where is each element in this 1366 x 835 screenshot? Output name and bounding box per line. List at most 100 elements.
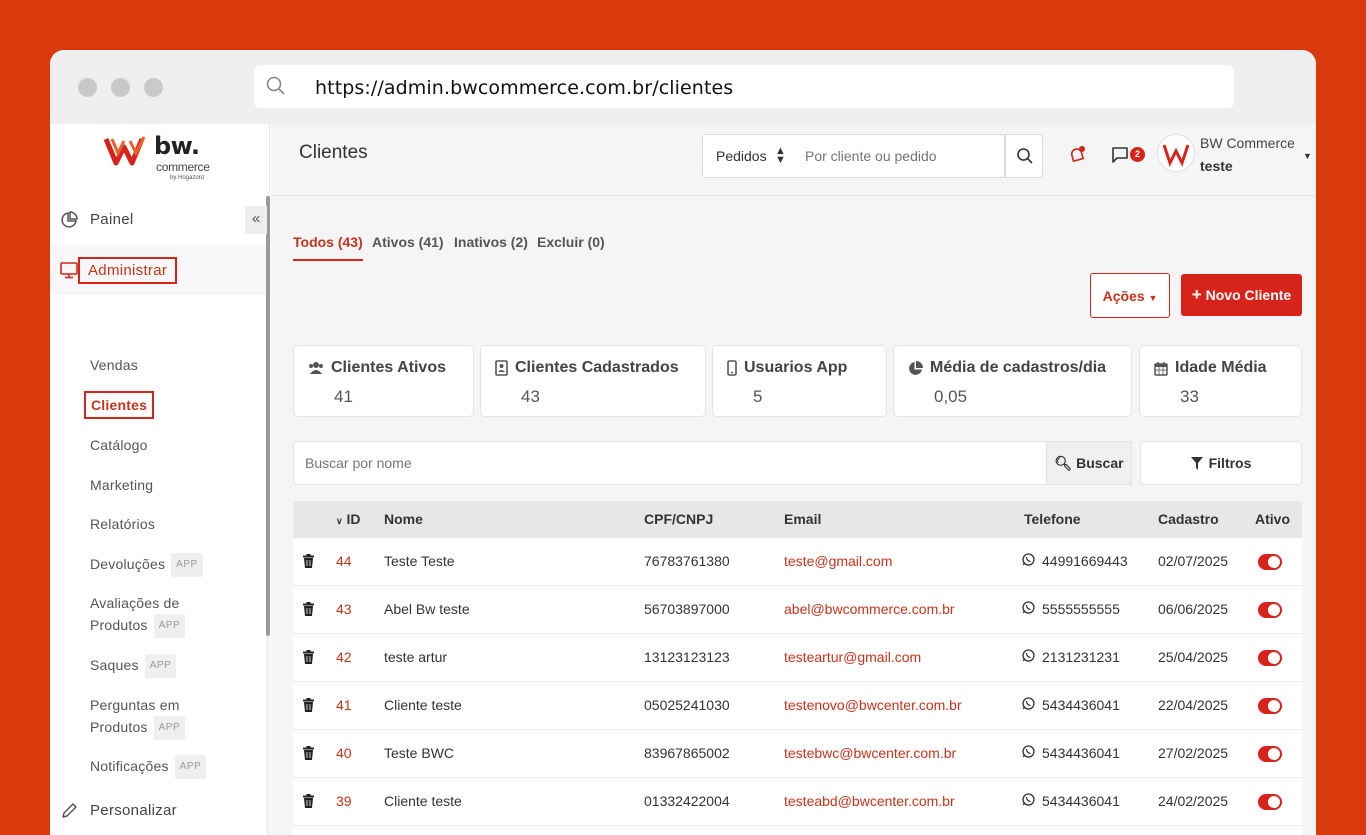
client-email[interactable]: teste@gmail.com	[784, 553, 892, 569]
actions-dropdown-button[interactable]: Ações ▼	[1090, 273, 1170, 318]
chat-icon[interactable]	[1111, 146, 1129, 164]
pencil-icon	[62, 803, 77, 818]
collapse-sidebar-button[interactable]: «	[245, 206, 267, 234]
sidebar-item-administrar[interactable]: Administrar	[50, 245, 266, 295]
client-phone[interactable]: 5434436041	[1042, 745, 1120, 761]
client-document: 76783761380	[644, 553, 730, 569]
address-bar[interactable]: https://admin.bwcommerce.com.br/clientes	[254, 65, 1234, 108]
sidebar-sub-clientes[interactable]: Clientes	[84, 391, 155, 419]
tab-excluir[interactable]: Excluir (0)	[537, 234, 605, 250]
logo-mark-icon	[104, 136, 146, 166]
active-toggle[interactable]	[1258, 554, 1282, 570]
sidebar-sub-devolucoes[interactable]: Devoluções APP	[90, 553, 203, 578]
whatsapp-icon[interactable]	[1022, 697, 1035, 710]
client-name: Teste BWC	[384, 745, 455, 761]
client-phone[interactable]: 5434436041	[1042, 697, 1120, 713]
column-header-telefone[interactable]: Telefone	[1024, 511, 1081, 527]
sidebar-sub-vendas[interactable]: Vendas	[90, 354, 138, 376]
active-toggle[interactable]	[1258, 698, 1282, 714]
column-header-cpf[interactable]: CPF/CNPJ	[644, 511, 713, 527]
table-row[interactable]: 42 teste artur 13123123123 testeartur@gm…	[293, 634, 1302, 682]
sidebar-item-label: Vendas	[90, 357, 138, 373]
trash-icon[interactable]	[303, 746, 314, 760]
table-row[interactable]: 43 Abel Bw teste 56703897000 abel@bwcomm…	[293, 586, 1302, 634]
client-id[interactable]: 39	[336, 793, 352, 809]
trash-icon[interactable]	[303, 794, 314, 808]
whatsapp-icon[interactable]	[1022, 553, 1035, 566]
sidebar-sub-saques[interactable]: Saques APP	[90, 654, 177, 679]
sidebar-sub-perguntas[interactable]: Perguntas em Produtos APP	[90, 694, 186, 741]
trash-icon[interactable]	[303, 602, 314, 616]
caret-down-icon[interactable]: ▼	[1303, 151, 1312, 161]
client-email[interactable]: testeartur@gmail.com	[784, 649, 921, 665]
stat-value: 33	[1180, 387, 1199, 406]
sidebar-item-personalizar[interactable]: Personalizar	[50, 794, 266, 830]
column-header-nome[interactable]: Nome	[384, 511, 423, 527]
client-document: 13123123123	[644, 649, 730, 665]
trash-icon[interactable]	[303, 650, 314, 664]
active-toggle[interactable]	[1258, 746, 1282, 762]
search-button[interactable]: 🔍︎ Buscar	[1046, 441, 1132, 485]
client-id[interactable]: 44	[336, 553, 352, 569]
sidebar-item-label: Administrar	[78, 257, 178, 284]
sidebar-sub-marketing[interactable]: Marketing	[90, 474, 153, 496]
window-dot	[111, 78, 130, 97]
notification-bell-icon[interactable]	[1067, 145, 1087, 165]
client-email[interactable]: abel@bwcommerce.com.br	[784, 601, 955, 617]
column-header-id[interactable]: ∨ ID	[336, 511, 360, 527]
search-type-select[interactable]: Pedidos ▲ ▼	[702, 134, 796, 178]
order-search-input[interactable]	[795, 134, 1005, 178]
new-client-button[interactable]: + Novo Cliente	[1181, 274, 1302, 316]
tab-ativos[interactable]: Ativos (41)	[372, 234, 444, 250]
stat-label: Média de cadastros/dia	[930, 359, 1107, 376]
logo: bw. commerce by Hogazord	[104, 130, 224, 184]
client-email[interactable]: testenovo@bwcenter.com.br	[784, 697, 962, 713]
tab-todos[interactable]: Todos (43)	[293, 234, 363, 261]
client-phone[interactable]: 5555555555	[1042, 601, 1120, 617]
sidebar-item-painel[interactable]: Painel	[50, 199, 266, 239]
button-label: Buscar	[1076, 454, 1124, 471]
filters-button[interactable]: Filtros	[1140, 441, 1302, 485]
client-id[interactable]: 41	[336, 697, 352, 713]
sidebar-sub-avaliacoes[interactable]: Avaliações de Produtos APP	[90, 592, 186, 639]
column-header-cadastro[interactable]: Cadastro	[1158, 511, 1219, 527]
table-row[interactable]: 38 Cliente teste 20856091049 testeabc@bw…	[293, 826, 1302, 835]
scrollbar-thumb[interactable]	[266, 196, 270, 636]
table-row[interactable]: 44 Teste Teste 76783761380 teste@gmail.c…	[293, 538, 1302, 586]
whatsapp-icon[interactable]	[1022, 745, 1035, 758]
column-header-email[interactable]: Email	[784, 511, 821, 527]
client-email[interactable]: testebwc@bwcenter.com.br	[784, 745, 956, 761]
tab-inativos[interactable]: Inativos (2)	[454, 234, 528, 250]
client-phone[interactable]: 5434436041	[1042, 793, 1120, 809]
trash-icon[interactable]	[303, 554, 314, 568]
client-id[interactable]: 40	[336, 745, 352, 761]
client-id[interactable]: 42	[336, 649, 352, 665]
stat-card-average-age: Idade Média 33	[1139, 345, 1302, 417]
whatsapp-icon[interactable]	[1022, 649, 1035, 662]
whatsapp-icon[interactable]	[1022, 793, 1035, 806]
client-phone[interactable]: 44991669443	[1042, 553, 1128, 569]
sidebar-sub-catalogo[interactable]: Catálogo	[90, 434, 148, 456]
client-email[interactable]: testeabd@bwcenter.com.br	[784, 793, 955, 809]
client-id[interactable]: 43	[336, 601, 352, 617]
user-store[interactable]: teste	[1200, 158, 1233, 174]
table-row[interactable]: 41 Cliente teste 05025241030 testenovo@b…	[293, 682, 1302, 730]
active-toggle[interactable]	[1258, 794, 1282, 810]
user-name[interactable]: BW Commerce	[1200, 135, 1295, 151]
sidebar-sub-notificacoes[interactable]: Notificações APP	[90, 755, 207, 780]
avatar[interactable]	[1157, 134, 1195, 172]
logo-byline: by Hogazord	[170, 175, 205, 181]
name-search-input[interactable]	[293, 441, 1132, 485]
whatsapp-icon[interactable]	[1022, 601, 1035, 614]
table-row[interactable]: 39 Cliente teste 01332422004 testeabd@bw…	[293, 778, 1302, 826]
active-toggle[interactable]	[1258, 650, 1282, 666]
table-row[interactable]: 40 Teste BWC 83967865002 testebwc@bwcent…	[293, 730, 1302, 778]
column-header-ativo[interactable]: Ativo	[1255, 511, 1290, 527]
order-search-button[interactable]	[1005, 134, 1043, 178]
search-type-value: Pedidos	[716, 148, 767, 164]
sidebar-sub-relatorios[interactable]: Relatórios	[90, 513, 155, 535]
trash-icon[interactable]	[303, 698, 314, 712]
plus-icon: +	[1191, 285, 1202, 304]
active-toggle[interactable]	[1258, 602, 1282, 618]
client-phone[interactable]: 2131231231	[1042, 649, 1120, 665]
